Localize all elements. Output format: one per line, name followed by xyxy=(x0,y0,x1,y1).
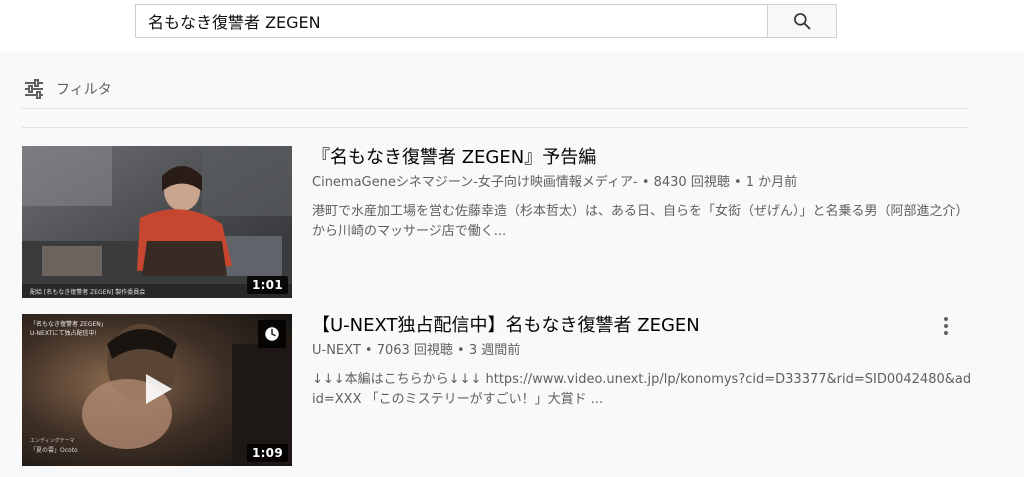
divider xyxy=(22,108,968,109)
video-info: 『名もなき復讐者 ZEGEN』予告編 CinemaGeneシネマジーン-女子向け… xyxy=(312,146,969,242)
search-icon xyxy=(794,13,811,30)
duration-badge: 1:01 xyxy=(246,276,288,294)
duration-badge: 1:09 xyxy=(246,444,288,462)
thumbnail-text: エンディングテーマ xyxy=(30,437,75,444)
video-info: 【U-NEXT独占配信中】名もなき復讐者 ZEGEN U-NEXT • 7063… xyxy=(312,314,971,410)
thumbnail-text: 「名もなき復讐者 ZEGEN」 xyxy=(30,320,107,328)
filter-button[interactable]: フィルタ xyxy=(22,74,112,104)
watch-later-button[interactable] xyxy=(258,320,286,348)
video-description: 港町で水産加工場を営む佐藤幸造（杉本哲太）は、ある日、自らを「女衒（ぜげん）」と… xyxy=(312,204,969,239)
video-title[interactable]: 【U-NEXT独占配信中】名もなき復讐者 ZEGEN xyxy=(312,314,962,338)
play-icon xyxy=(144,372,174,410)
search-box[interactable] xyxy=(135,4,767,38)
video-meta: CinemaGeneシネマジーン-女子向け映画情報メディア- • 8430 回視… xyxy=(312,175,798,190)
more-vert-icon xyxy=(944,317,948,335)
top-bar xyxy=(0,0,1024,52)
video-meta: U-NEXT • 7063 回視聴 • 3 週間前 xyxy=(312,343,521,358)
search-button[interactable] xyxy=(767,4,837,38)
thumbnail-caption: 配給 [名もなき復讐者 ZEGEN] 製作委員会 xyxy=(30,288,145,296)
video-thumbnail-2[interactable]: 「名もなき復讐者 ZEGEN」 U-NEXTにて独占配信中! エンディングテーマ… xyxy=(22,314,292,466)
video-result-1[interactable]: 配給 [名もなき復讐者 ZEGEN] 製作委員会 1:01 『名もなき復讐者 Z… xyxy=(22,146,972,298)
filter-label: フィルタ xyxy=(56,82,112,98)
divider xyxy=(22,127,968,128)
video-title[interactable]: 『名もなき復讐者 ZEGEN』予告編 xyxy=(312,146,962,170)
thumbnail-text: U-NEXTにて独占配信中! xyxy=(30,329,97,337)
search-input[interactable] xyxy=(148,5,767,37)
video-thumbnail-1[interactable]: 配給 [名もなき復讐者 ZEGEN] 製作委員会 1:01 xyxy=(22,146,292,298)
clock-icon xyxy=(265,327,279,341)
thumbnail-text: 「夏の雲」Ocoto xyxy=(30,447,78,454)
filter-icon xyxy=(25,79,43,99)
more-actions-button[interactable] xyxy=(936,314,956,338)
video-description: ↓↓↓本編はこちらから↓↓↓ https://www.video.unext.j… xyxy=(312,372,972,407)
video-result-2[interactable]: 「名もなき復讐者 ZEGEN」 U-NEXTにて独占配信中! エンディングテーマ… xyxy=(22,314,972,466)
